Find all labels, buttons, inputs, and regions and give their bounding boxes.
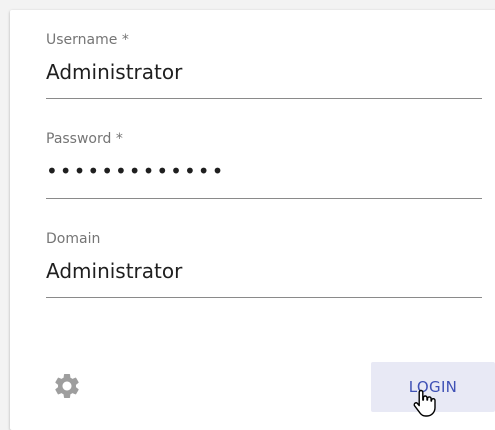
password-input[interactable]: ••••••••••••• — [46, 157, 482, 185]
login-button[interactable]: LOGIN — [371, 362, 495, 412]
domain-field[interactable]: Domain — [46, 231, 482, 298]
login-card: Username * Password * ••••••••••••• Doma… — [10, 10, 495, 430]
username-field[interactable]: Username * — [46, 32, 482, 99]
password-label: Password * — [46, 131, 123, 147]
domain-input[interactable] — [46, 257, 482, 285]
username-input[interactable] — [46, 58, 482, 86]
gear-icon[interactable] — [52, 371, 82, 401]
password-field[interactable]: Password * ••••••••••••• — [46, 131, 482, 199]
username-label: Username * — [46, 32, 129, 48]
domain-label: Domain — [46, 231, 101, 247]
